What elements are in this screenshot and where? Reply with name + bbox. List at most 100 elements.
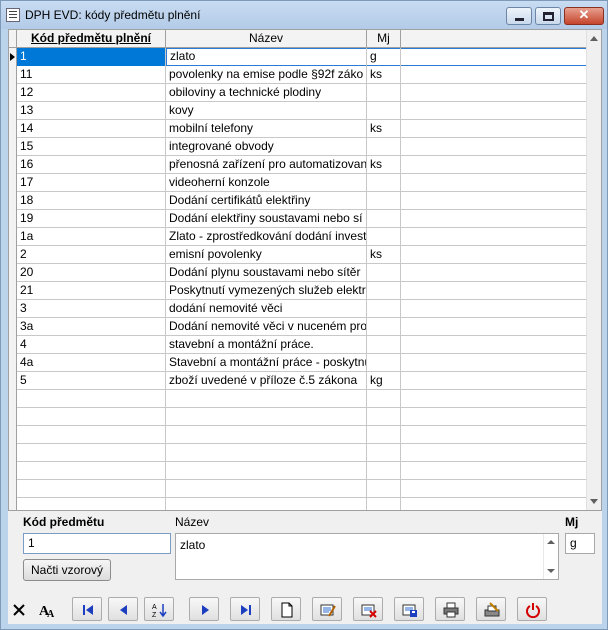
table-row[interactable]: 14 mobilní telefony ks xyxy=(9,120,587,138)
cell-unit[interactable]: ks xyxy=(367,246,401,264)
column-header-code[interactable]: Kód předmětu plnění xyxy=(17,30,166,48)
unit-field[interactable]: g xyxy=(565,533,595,554)
table-row[interactable]: 16 přenosná zařízení pro automatizovan ks xyxy=(9,156,587,174)
cell-name[interactable]: přenosná zařízení pro automatizovan xyxy=(166,156,367,174)
row-indicator[interactable] xyxy=(9,48,17,66)
cell-code[interactable]: 3a xyxy=(17,318,166,336)
table-row[interactable]: 3a Dodání nemovité věci v nuceném pro xyxy=(9,318,587,336)
table-row[interactable]: 20 Dodání plynu soustavami nebo sítěr xyxy=(9,264,587,282)
load-template-button[interactable]: Načti vzorový xyxy=(23,559,111,581)
cell-unit[interactable] xyxy=(367,300,401,318)
close-window-button[interactable]: ✕ xyxy=(564,7,604,25)
row-indicator[interactable] xyxy=(9,354,17,372)
edit-record-button[interactable] xyxy=(312,597,342,621)
next-record-button[interactable] xyxy=(189,597,219,621)
name-memo[interactable]: zlato xyxy=(175,533,559,580)
font-button[interactable]: AA xyxy=(31,597,61,621)
row-indicator[interactable] xyxy=(9,156,17,174)
cell-unit[interactable] xyxy=(367,192,401,210)
cell-name[interactable]: Zlato - zprostředkování dodání invest xyxy=(166,228,367,246)
table-row[interactable]: 21 Poskytnutí vymezených služeb elektro xyxy=(9,282,587,300)
memo-scroll-down-icon[interactable] xyxy=(547,569,555,573)
row-indicator[interactable] xyxy=(9,228,17,246)
cell-code[interactable]: 2 xyxy=(17,246,166,264)
cell-name[interactable]: zboží uvedené v příloze č.5 zákona xyxy=(166,372,367,390)
cell-name[interactable]: Dodání elektřiny soustavami nebo sí xyxy=(166,210,367,228)
new-record-button[interactable] xyxy=(271,597,301,621)
cell-unit[interactable] xyxy=(367,336,401,354)
cell-name[interactable]: dodání nemovité věci xyxy=(166,300,367,318)
cell-code[interactable]: 19 xyxy=(17,210,166,228)
cell-code[interactable]: 11 xyxy=(17,66,166,84)
row-indicator[interactable] xyxy=(9,120,17,138)
cell-name[interactable]: Dodání certifikátů elektřiny xyxy=(166,192,367,210)
column-header-unit[interactable]: Mj xyxy=(367,30,401,48)
memo-scrollbar[interactable] xyxy=(543,534,558,579)
last-record-button[interactable] xyxy=(230,597,260,621)
data-grid[interactable]: Kód předmětu plnění Název Mj 1 zlato g 11 po… xyxy=(8,29,602,511)
print-button[interactable] xyxy=(435,597,465,621)
scroll-down-icon[interactable] xyxy=(590,499,598,504)
table-row[interactable]: 3 dodání nemovité věci xyxy=(9,300,587,318)
cell-unit[interactable] xyxy=(367,84,401,102)
row-indicator[interactable] xyxy=(9,174,17,192)
previous-record-button[interactable] xyxy=(108,597,138,621)
cell-code[interactable]: 1 xyxy=(17,48,166,66)
cell-unit[interactable] xyxy=(367,318,401,336)
delete-record-button[interactable] xyxy=(353,597,383,621)
table-row[interactable]: 1 zlato g xyxy=(9,48,587,66)
cell-code[interactable]: 17 xyxy=(17,174,166,192)
row-indicator[interactable] xyxy=(9,102,17,120)
row-indicator[interactable] xyxy=(9,372,17,390)
cell-code[interactable]: 18 xyxy=(17,192,166,210)
table-row[interactable]: 4 stavební a montážní práce. xyxy=(9,336,587,354)
cell-name[interactable]: stavební a montážní práce. xyxy=(166,336,367,354)
table-row[interactable]: 11 povolenky na emise podle §92f záko ks xyxy=(9,66,587,84)
row-indicator[interactable] xyxy=(9,84,17,102)
first-record-button[interactable] xyxy=(72,597,102,621)
cell-code[interactable]: 21 xyxy=(17,282,166,300)
cell-name[interactable]: integrované obvody xyxy=(166,138,367,156)
cell-code[interactable]: 12 xyxy=(17,84,166,102)
cell-name[interactable]: emisní povolenky xyxy=(166,246,367,264)
power-button[interactable] xyxy=(517,597,547,621)
cell-unit[interactable] xyxy=(367,228,401,246)
cell-name[interactable]: videoherní konzole xyxy=(166,174,367,192)
table-row[interactable]: 18 Dodání certifikátů elektřiny xyxy=(9,192,587,210)
cell-code[interactable]: 16 xyxy=(17,156,166,174)
print-setup-button[interactable] xyxy=(476,597,506,621)
cell-unit[interactable] xyxy=(367,102,401,120)
cell-name[interactable]: Dodání nemovité věci v nuceném pro xyxy=(166,318,367,336)
cell-code[interactable]: 14 xyxy=(17,120,166,138)
memo-scroll-up-icon[interactable] xyxy=(547,540,555,544)
maximize-button[interactable] xyxy=(535,7,561,25)
table-row[interactable]: 17 videoherní konzole xyxy=(9,174,587,192)
cell-code[interactable]: 4 xyxy=(17,336,166,354)
table-row[interactable]: 5 zboží uvedené v příloze č.5 zákona kg xyxy=(9,372,587,390)
cell-unit[interactable] xyxy=(367,138,401,156)
close-form-button[interactable] xyxy=(3,597,33,621)
cell-name[interactable]: zlato xyxy=(166,48,367,66)
row-indicator[interactable] xyxy=(9,336,17,354)
cell-name[interactable]: kovy xyxy=(166,102,367,120)
cell-code[interactable]: 20 xyxy=(17,264,166,282)
row-indicator[interactable] xyxy=(9,264,17,282)
cell-unit[interactable]: ks xyxy=(367,66,401,84)
cell-unit[interactable]: g xyxy=(367,48,401,66)
row-indicator[interactable] xyxy=(9,246,17,264)
cell-code[interactable]: 1a xyxy=(17,228,166,246)
cell-code[interactable]: 4a xyxy=(17,354,166,372)
row-indicator[interactable] xyxy=(9,300,17,318)
cell-unit[interactable] xyxy=(367,174,401,192)
row-indicator[interactable] xyxy=(9,318,17,336)
column-header-name[interactable]: Název xyxy=(166,30,367,48)
row-indicator[interactable] xyxy=(9,66,17,84)
cell-name[interactable]: povolenky na emise podle §92f záko xyxy=(166,66,367,84)
cell-unit[interactable] xyxy=(367,264,401,282)
table-row[interactable]: 1a Zlato - zprostředkování dodání invest xyxy=(9,228,587,246)
minimize-button[interactable] xyxy=(506,7,532,25)
cell-name[interactable]: mobilní telefony xyxy=(166,120,367,138)
cell-unit[interactable]: kg xyxy=(367,372,401,390)
grid-vertical-scrollbar[interactable] xyxy=(586,30,601,510)
table-row[interactable]: 15 integrované obvody xyxy=(9,138,587,156)
